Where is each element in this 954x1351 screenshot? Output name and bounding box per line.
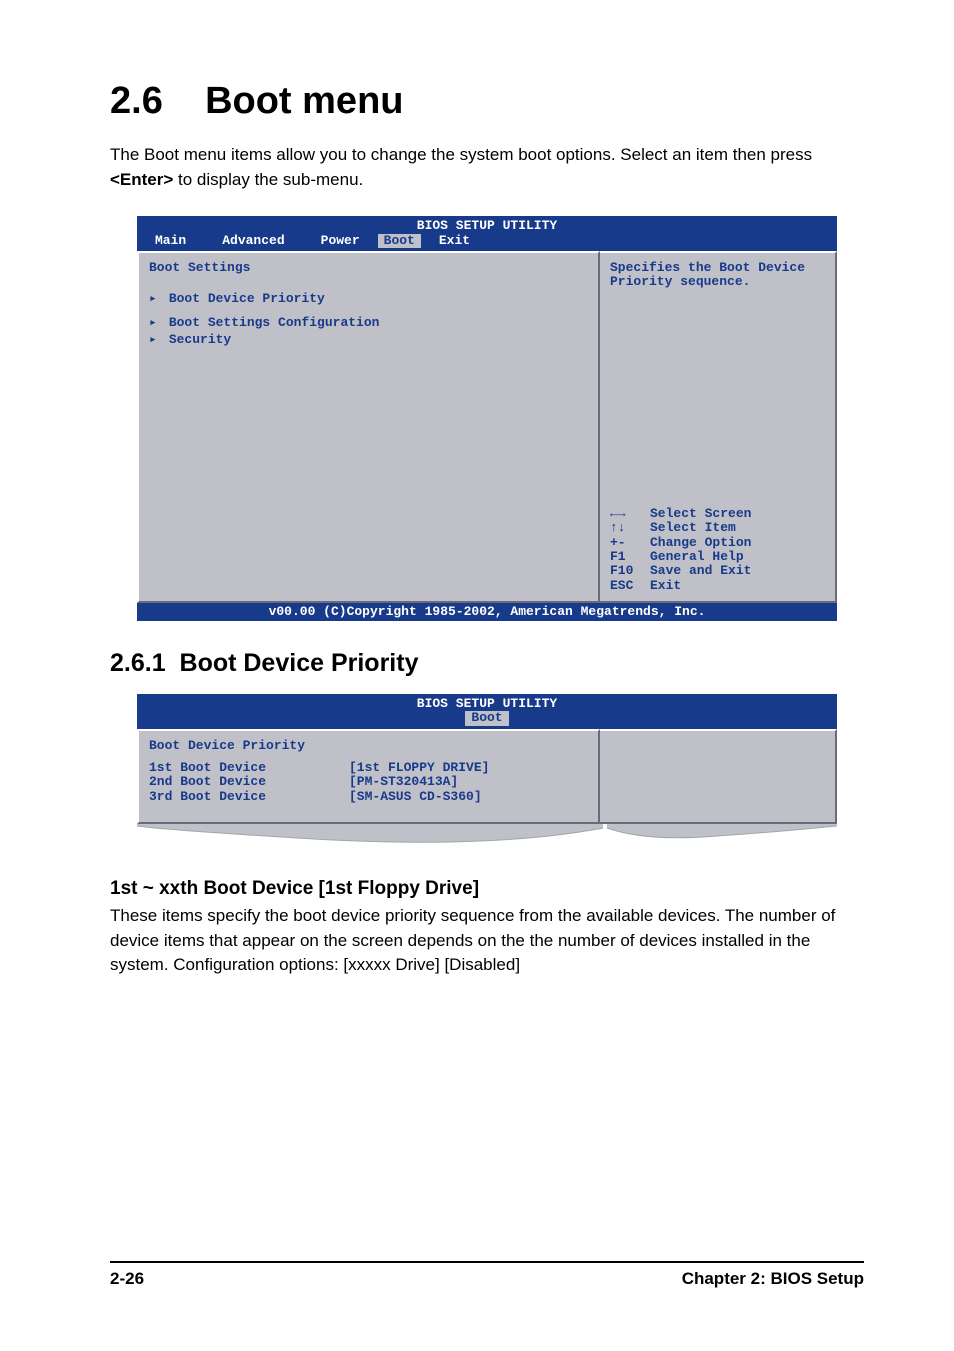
page-curl-divider xyxy=(137,824,837,850)
intro-part2: to display the sub-menu. xyxy=(173,170,363,189)
row-value: [SM-ASUS CD-S360] xyxy=(349,790,482,804)
key-desc: Save and Exit xyxy=(650,564,751,578)
subsection-heading: 2.6.1 Boot Device Priority xyxy=(110,649,864,678)
arrow-icon: ▸ xyxy=(149,316,161,330)
row-label: 3rd Boot Device xyxy=(149,790,349,804)
tab-power: Power xyxy=(303,234,378,248)
bios-footer: v00.00 (C)Copyright 1985-2002, American … xyxy=(137,603,837,621)
chapter-label: Chapter 2: BIOS Setup xyxy=(682,1269,864,1289)
bios-left-header: Boot Settings xyxy=(149,261,588,275)
key-desc: Select Screen xyxy=(650,507,751,521)
menu-item-label: Boot Device Priority xyxy=(169,291,325,306)
tab-exit: Exit xyxy=(421,234,488,248)
boot-device-row-3: 3rd Boot Device[SM-ASUS CD-S360] xyxy=(149,790,588,804)
page-footer: 2-26 Chapter 2: BIOS Setup xyxy=(110,1261,864,1289)
bios-right-panel: Specifies the Boot Device Priority seque… xyxy=(600,251,837,603)
key-desc: Select Item xyxy=(650,521,736,535)
row-label: 1st Boot Device xyxy=(149,761,349,775)
tab-main: Main xyxy=(137,234,204,248)
bios-right-panel xyxy=(600,729,837,824)
key: ←→ xyxy=(610,507,650,521)
key: ↑↓ xyxy=(610,521,650,535)
tab-advanced: Advanced xyxy=(204,234,302,248)
key: +- xyxy=(610,536,650,550)
section-number: 2.6 xyxy=(110,80,163,122)
boot-device-row-2: 2nd Boot Device[PM-ST320413A] xyxy=(149,775,588,789)
menu-item-label: Security xyxy=(169,332,231,347)
row-label: 2nd Boot Device xyxy=(149,775,349,789)
intro-enter: <Enter> xyxy=(110,170,173,189)
tab-boot: Boot xyxy=(378,234,421,248)
subsection-title: Boot Device Priority xyxy=(180,649,419,677)
bios-title: BIOS SETUP UTILITY xyxy=(137,694,837,711)
section-name: Boot menu xyxy=(205,80,403,122)
intro-paragraph: The Boot menu items allow you to change … xyxy=(110,143,864,192)
bios-tabs: Main Advanced Power Boot Exit xyxy=(137,234,837,251)
page-number: 2-26 xyxy=(110,1269,144,1289)
arrow-icon: ▸ xyxy=(149,292,161,306)
menu-item-boot-settings-configuration: ▸ Boot Settings Configuration xyxy=(149,315,588,331)
bios-tabs: Boot xyxy=(137,711,837,728)
menu-item-security: ▸ Security xyxy=(149,332,588,348)
menu-item-label: Boot Settings Configuration xyxy=(169,315,380,330)
key: F10 xyxy=(610,564,650,578)
intro-part1: The Boot menu items allow you to change … xyxy=(110,145,812,164)
key: ESC xyxy=(610,579,650,593)
bios-left-header: Boot Device Priority xyxy=(149,739,588,753)
key-desc: Change Option xyxy=(650,536,751,550)
boot-device-row-1: 1st Boot Device[1st FLOPPY DRIVE] xyxy=(149,761,588,775)
key: F1 xyxy=(610,550,650,564)
bios-left-panel: Boot Settings ▸ Boot Device Priority ▸ B… xyxy=(137,251,600,603)
bios-title: BIOS SETUP UTILITY xyxy=(137,216,837,233)
option-body: These items specify the boot device prio… xyxy=(110,904,864,978)
row-value: [1st FLOPPY DRIVE] xyxy=(349,761,489,775)
row-value: [PM-ST320413A] xyxy=(349,775,458,789)
bios-screenshot-boot-settings: BIOS SETUP UTILITY Main Advanced Power B… xyxy=(137,216,837,621)
key-desc: General Help xyxy=(650,550,744,564)
bios-key-legend: ←→Select Screen ↑↓Select Item +-Change O… xyxy=(610,507,825,593)
arrow-icon: ▸ xyxy=(149,333,161,347)
section-heading: 2.6 Boot menu xyxy=(110,80,864,123)
key-desc: Exit xyxy=(650,579,681,593)
bios-help-text: Specifies the Boot Device Priority seque… xyxy=(610,261,825,290)
tab-boot: Boot xyxy=(465,711,508,725)
menu-item-boot-device-priority: ▸ Boot Device Priority xyxy=(149,291,588,307)
bios-screenshot-boot-device-priority: BIOS SETUP UTILITY Boot Boot Device Prio… xyxy=(137,694,837,824)
option-heading: 1st ~ xxth Boot Device [1st Floppy Drive… xyxy=(110,878,864,900)
bios-left-panel: Boot Device Priority 1st Boot Device[1st… xyxy=(137,729,600,824)
subsection-number: 2.6.1 xyxy=(110,649,166,677)
